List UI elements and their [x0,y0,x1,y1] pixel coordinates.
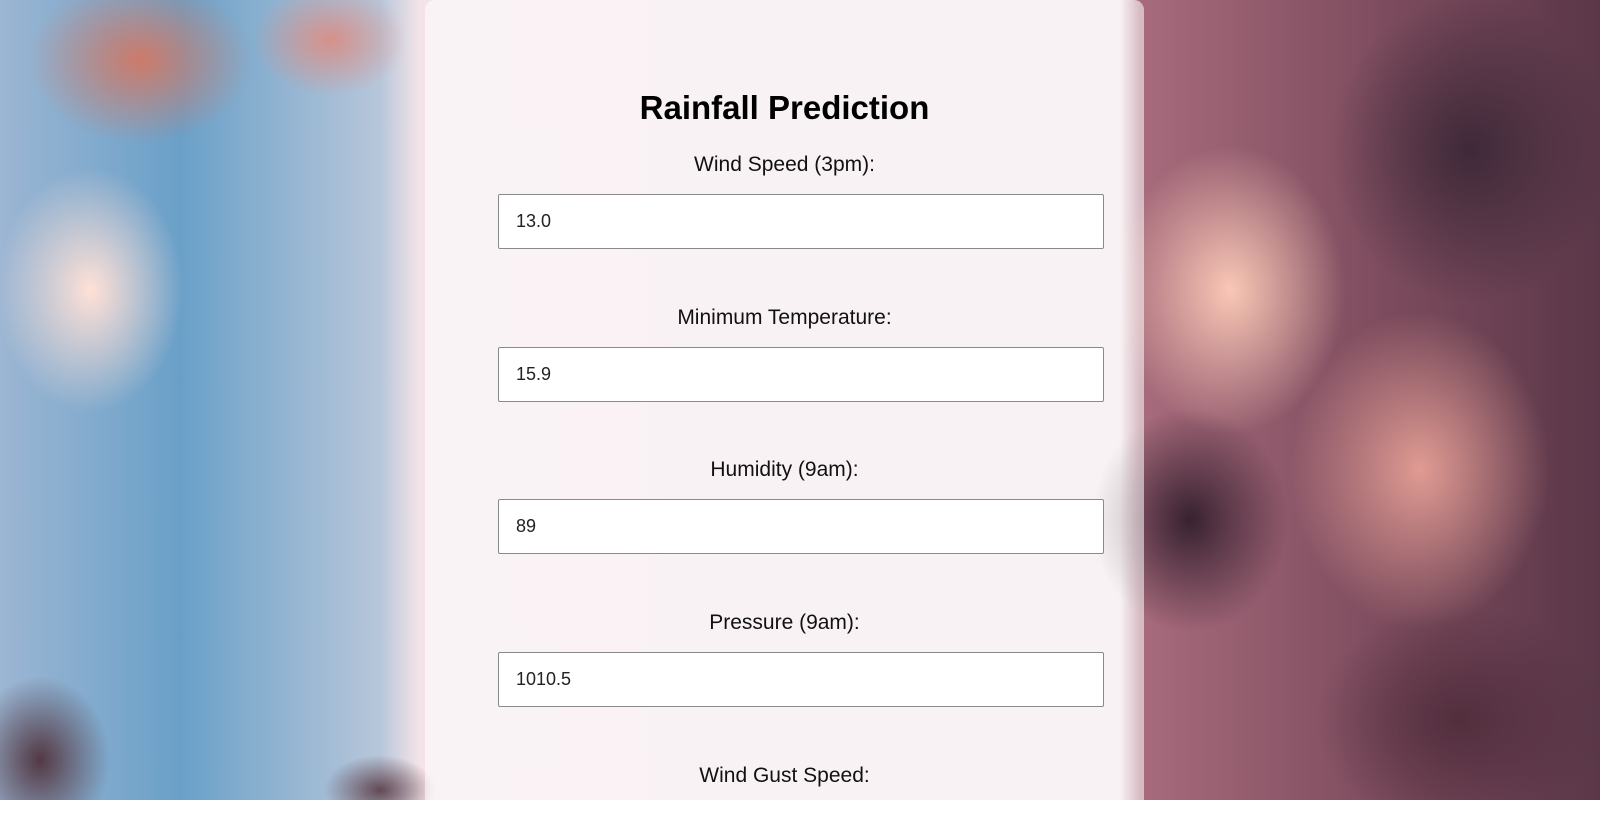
page-title: Rainfall Prediction [639,89,930,126]
min-temperature-field: Minimum Temperature: [425,306,1144,402]
pressure-9am-label: Pressure (9am): [709,611,860,634]
wind-speed-3pm-field: Wind Speed (3pm): [425,153,1144,249]
wind-gust-speed-label: Wind Gust Speed: [699,764,870,787]
min-temperature-input[interactable] [498,347,1104,402]
prediction-form-card: Rainfall Prediction Wind Speed (3pm): Mi… [425,0,1144,820]
humidity-9am-input[interactable] [498,499,1104,554]
min-temperature-label: Minimum Temperature: [677,306,892,329]
humidity-9am-label: Humidity (9am): [710,458,859,481]
pressure-9am-field: Pressure (9am): [425,611,1144,707]
pressure-9am-input[interactable] [498,652,1104,707]
wind-speed-3pm-label: Wind Speed (3pm): [694,153,875,176]
humidity-9am-field: Humidity (9am): [425,458,1144,554]
wind-speed-3pm-input[interactable] [498,194,1104,249]
wind-gust-speed-field: Wind Gust Speed: [425,764,1144,788]
